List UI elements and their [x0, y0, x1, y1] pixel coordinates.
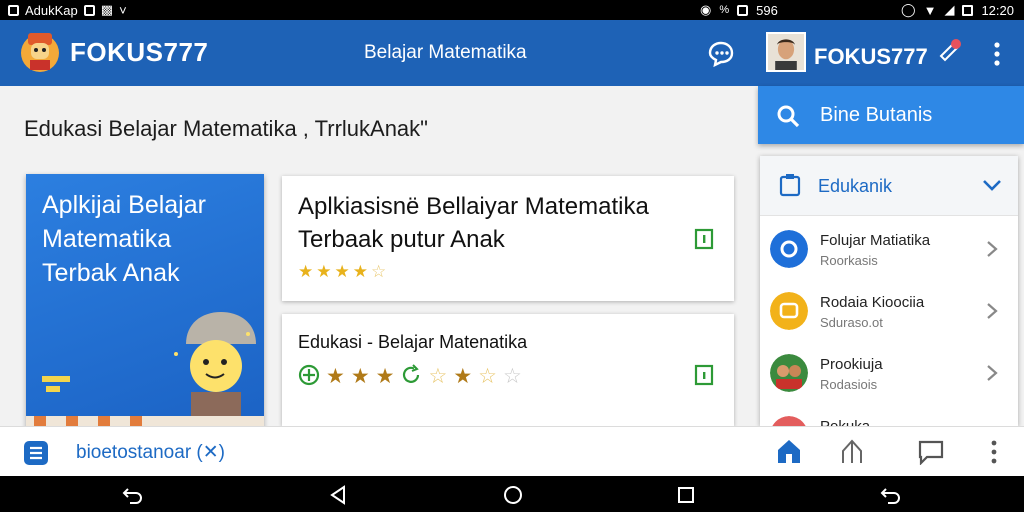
account-name: FOKUS777: [814, 44, 928, 69]
card-title: Edukasi - Belajar Matenatika: [298, 332, 528, 352]
battery-saver-icon: [737, 4, 749, 16]
drawer-section-header[interactable]: Edukanik: [760, 156, 1018, 216]
refresh-icon[interactable]: [400, 364, 422, 386]
category-icon: [772, 416, 806, 426]
clipboard-icon: [779, 174, 801, 197]
share-icon[interactable]: [838, 437, 866, 465]
hero-banner[interactable]: Aplkijai Belajar Matematika Terbak Anak: [26, 174, 264, 429]
page-title: Belajar Matematika: [364, 42, 527, 63]
star-icon: ★: [334, 262, 350, 281]
app-root: AdukKap ▩ ˅ ◉ % 596 ◯ ▼ ◢ 12:20 FOKUS777: [0, 0, 1024, 512]
comment-icon[interactable]: [917, 439, 945, 465]
home-icon[interactable]: [775, 437, 803, 465]
back-triangle-icon[interactable]: [328, 485, 350, 505]
star-icon: ★: [350, 365, 370, 388]
lightbulb-mascot-icon: [26, 312, 264, 429]
app-notification-icon: [83, 4, 95, 16]
app-bar: FOKUS777 Belajar Matematika FOKUS777: [0, 20, 1024, 86]
recents-square-icon[interactable]: [675, 485, 697, 505]
category-drawer: Edukanik Folujar Matiatika Roorkasis Rod…: [760, 156, 1018, 426]
category-icon: [770, 230, 808, 268]
system-nav-bar: [0, 476, 1024, 512]
return-arrow-icon[interactable]: [880, 485, 902, 505]
star-empty-icon: ☆: [502, 365, 522, 388]
drawer-item-title: Prookiuja: [820, 356, 883, 373]
add-circle-icon[interactable]: [298, 364, 320, 386]
rating-stars: ★ ★ ★ ★ ☆: [298, 262, 386, 282]
percent-icon: %: [719, 4, 730, 16]
bookmark-icon[interactable]: [694, 364, 714, 386]
drawer-search-label: Bine Butanis: [820, 104, 933, 126]
battery-icon: [962, 4, 974, 16]
star-half-icon: ☆: [478, 365, 497, 388]
drawer-item-subtitle: Sduraso.ot: [820, 315, 883, 330]
signal-icon: ◢: [944, 2, 955, 17]
drawer-item[interactable]: Prookiuja Rodasiois: [760, 342, 1018, 404]
user-avatar[interactable]: [766, 32, 806, 72]
notification-icon: [8, 4, 19, 16]
drawer-item-title: Pokuka: [820, 418, 870, 426]
drawer-item-subtitle: Rodasiois: [820, 377, 878, 392]
card-title: Aplkiasisnë Bellaiyar Matematika Terbaak…: [298, 193, 649, 253]
drawer-item-subtitle: Roorkasis: [820, 253, 878, 268]
app-card-featured[interactable]: Aplkiasisnë Bellaiyar Matematika Terbaak…: [282, 176, 734, 301]
drawer-section-label: Edukanik: [818, 176, 893, 196]
chat-bubble-icon[interactable]: [706, 40, 736, 68]
rating-row: ★ ★ ★ ☆ ★ ☆ ☆: [298, 364, 522, 389]
category-icon: [770, 292, 808, 330]
drawer-item-title: Folujar Matiatika: [820, 232, 931, 249]
chevron-right-icon: [987, 241, 998, 257]
drawer-item[interactable]: Pokuka: [760, 404, 1018, 426]
drawer-item[interactable]: Rodaia Kioociia Sduraso.ot: [760, 280, 1018, 342]
star-icon: ★: [316, 262, 332, 281]
star-icon: ★: [375, 365, 395, 388]
back-arrow-icon[interactable]: [122, 485, 144, 505]
status-center-text: 596: [756, 2, 778, 18]
star-icon: ★: [326, 365, 345, 388]
status-bar: AdukKap ▩ ˅ ◉ % 596 ◯ ▼ ◢ 12:20: [0, 0, 1024, 20]
star-half-icon: ☆: [371, 262, 387, 281]
chevron-right-icon: [987, 303, 998, 319]
drawer-search-button[interactable]: Bine Butanis: [758, 86, 1024, 144]
search-icon: [777, 105, 800, 128]
hero-text: Aplkijai Belajar Matematika Terbak Anak: [42, 191, 206, 287]
mascot-logo-icon[interactable]: [20, 29, 60, 73]
status-app-name: AdukKap: [25, 2, 78, 18]
app-card[interactable]: Edukasi - Belajar Matenatika ★ ★ ★ ☆ ★ ☆…: [282, 314, 734, 426]
status-time: 12:20: [981, 2, 1014, 18]
bottom-bar-text[interactable]: bioetostanoar (✕): [76, 441, 225, 464]
star-half-icon: ☆: [428, 365, 448, 388]
chevron-icon: ˅: [119, 2, 127, 18]
wifi-icon: ▼: [923, 2, 937, 18]
notification-bell-icon[interactable]: [935, 38, 963, 66]
drawer-item[interactable]: Folujar Matiatika Roorkasis: [760, 218, 1018, 280]
chevron-down-icon: [983, 180, 1001, 191]
more-vert-icon[interactable]: [988, 40, 1006, 68]
brand-title: FOKUS777: [70, 37, 209, 67]
bookmark-icon[interactable]: [694, 228, 714, 250]
section-headline: Edukasi Belajar Matematika , TrrlukAnak": [24, 116, 428, 141]
kids-avatar-icon: [770, 354, 808, 392]
image-icon: ▩: [100, 2, 114, 17]
star-icon: ★: [298, 262, 314, 281]
star-icon: ★: [453, 365, 473, 388]
chevron-right-icon: [987, 365, 998, 381]
alarm-icon: ◯: [901, 2, 916, 17]
document-icon[interactable]: [22, 439, 50, 467]
home-circle-icon[interactable]: [502, 485, 524, 505]
more-vert-icon[interactable]: [986, 439, 1002, 465]
android-icon: ◉: [700, 2, 712, 17]
bottom-app-bar: bioetostanoar (✕): [0, 426, 1024, 476]
drawer-item-title: Rodaia Kioociia: [820, 294, 925, 311]
star-icon: ★: [352, 262, 368, 281]
